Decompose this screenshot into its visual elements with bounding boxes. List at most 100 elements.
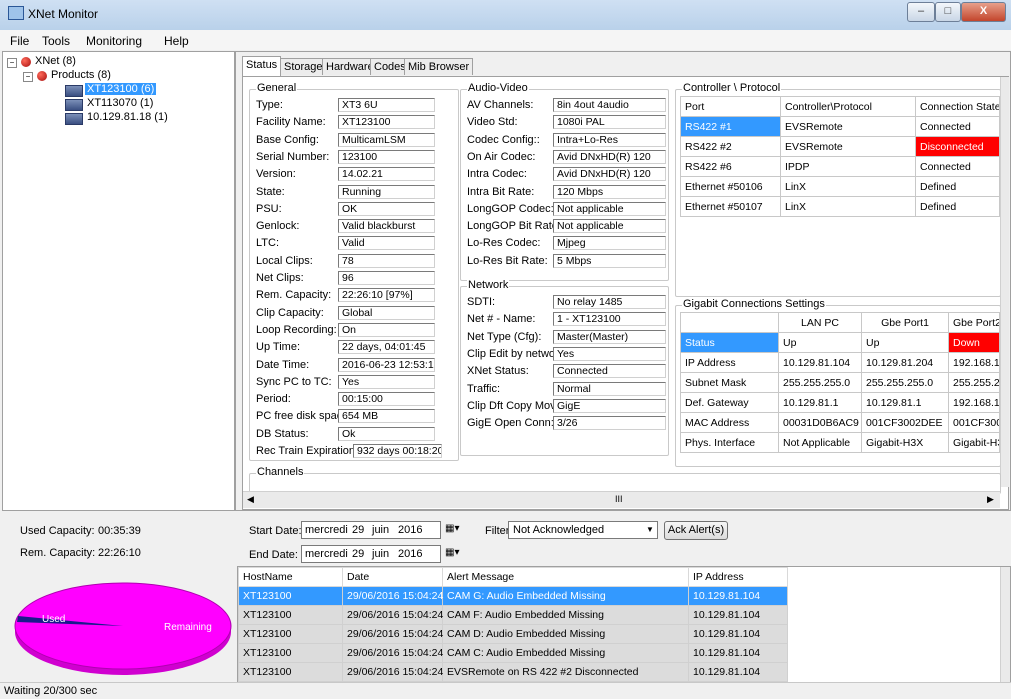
alerts-table: HostName Date Alert Message IP Address X… [238,567,788,682]
protocol-cell: EVSRemote [780,136,916,157]
alert-date-cell: 29/06/2016 15:04:24 [342,662,443,682]
alert-row[interactable]: XT123100 29/06/2016 15:04:24 CAM G: Audio … [238,586,788,606]
network-title: Network [467,279,510,291]
pie-used-label: Used [42,614,65,625]
scroll-right-icon[interactable]: ▶ [987,494,994,505]
minimize-button[interactable]: – [907,2,935,22]
col-alert-message[interactable]: Alert Message [442,567,689,587]
network-field-label: Traffic: [467,382,501,395]
gigabit-row[interactable]: IP Address 10.129.81.104 10.129.81.204 192.… [680,352,1000,373]
calendar-icon[interactable]: ▦▾ [445,523,459,534]
col-ip-address[interactable]: IP Address [688,567,788,587]
controller-row[interactable]: RS422 #6 IPDP Connected [680,156,1000,177]
start-date-picker[interactable]: mercredi 29 juin 2016 [301,521,441,539]
gigabit-cell: 10.129.81.1 [778,392,862,413]
av-field-value: Avid DNxHD(R) 120 [553,149,666,164]
tab-storage[interactable]: Storage [280,58,327,75]
general-field-label: Period: [256,393,291,406]
av-field-label: Intra Bit Rate: [467,185,535,198]
close-button[interactable]: X [961,2,1006,22]
col-gbe-port2[interactable]: Gbe Port2 [948,312,1000,333]
general-field-label: Date Time: [256,358,310,371]
gigabit-cell: 192.168.12 [948,392,1000,413]
alert-ip-cell: 10.129.81.104 [688,662,788,682]
vertical-scrollbar[interactable] [1000,77,1009,487]
gigabit-cell: Not Applicable [778,432,862,453]
gigabit-row[interactable]: Phys. Interface Not Applicable Gigabit-H3X… [680,432,1000,453]
col-blank [680,312,779,333]
gigabit-cell: 001CF3002DEE [861,412,949,433]
end-year: 2016 [398,548,423,560]
connection-state-cell: Disconnected [915,136,1000,157]
collapse-icon[interactable]: − [7,58,17,68]
gigabit-row[interactable]: Def. Gateway 10.129.81.1 10.129.81.1 192.16… [680,392,1000,413]
alert-host-cell: XT123100 [238,586,343,606]
network-field-label: Clip Dft Copy Move: [467,399,565,412]
alert-row[interactable]: XT123100 29/06/2016 15:04:24 CAM C: Audio … [238,643,788,663]
general-field-value: Ok [338,426,435,441]
general-field-value: 123100 [338,149,435,164]
product-tree[interactable]: − XNet (8) − Products (8) XT123100 (6) X… [2,51,235,511]
col-gbe-port1[interactable]: Gbe Port1 [861,312,949,333]
general-field-label: LTC: [256,237,280,250]
gigabit-row-label: Subnet Mask [680,372,779,393]
menu-help[interactable]: Help [164,34,189,48]
chevron-down-icon[interactable]: ▼ [646,522,654,538]
gigabit-cell: Up [778,332,862,353]
menu-tools[interactable]: Tools [42,34,70,48]
col-connection-state[interactable]: Connection State [915,96,1000,117]
network-field-value: Master(Master) [553,329,666,344]
menu-monitoring[interactable]: Monitoring [86,34,142,48]
col-hostname[interactable]: HostName [238,567,343,587]
alerts-vertical-scrollbar[interactable] [1000,567,1010,683]
capacity-pie-chart: Used Remaining [14,582,232,675]
general-field-value: 932 days 00:18:20 [353,444,442,458]
av-field-label: LongGOP Bit Rate: [467,220,561,233]
collapse-icon[interactable]: − [23,72,33,82]
av-field-value: Mjpeg [553,236,666,251]
menu-file[interactable]: File [10,34,29,48]
alert-row[interactable]: XT123100 29/06/2016 15:04:24 EVSRemote on … [238,662,788,682]
network-field-label: XNet Status: [467,365,529,378]
gigabit-row[interactable]: Subnet Mask 255.255.255.0 255.255.255.0 255… [680,372,1000,393]
av-field-value: 5 Mbps [553,253,666,268]
general-field-value: 14.02.21 [338,167,435,182]
filter-select[interactable]: Not Acknowledged ▼ [508,521,658,539]
controller-row[interactable]: RS422 #1 EVSRemote Connected [680,116,1000,137]
general-field-label: Local Clips: [256,254,313,267]
general-field-label: Version: [256,168,296,181]
col-port[interactable]: Port [680,96,781,117]
calendar-icon[interactable]: ▦▾ [445,547,459,558]
general-field-label: Rec Train Expiration: [256,445,359,457]
pie-remaining-label: Remaining [164,622,212,633]
gigabit-row[interactable]: Status Up Up Down [680,332,1000,353]
gigabit-cell: Up [861,332,949,353]
general-field-value: Running [338,184,435,199]
controller-row[interactable]: Ethernet #50106 LinX Defined [680,176,1000,197]
ack-alerts-button[interactable]: Ack Alert(s) [664,521,728,540]
network-field-value: 3/26 [553,416,666,431]
network-field-value: GigE [553,398,666,413]
network-field-value: No relay 1485 [553,295,666,309]
tab-mib-browser[interactable]: Mib Browser [404,58,474,75]
av-field-value: 1080i PAL [553,115,666,130]
port-cell: Ethernet #50106 [680,176,781,197]
col-lan-pc[interactable]: LAN PC [778,312,862,333]
av-field-value: 120 Mbps [553,184,666,199]
general-field-value: 22:26:10 [97%] [338,288,435,303]
maximize-button[interactable]: □ [935,2,961,22]
horizontal-scrollbar[interactable]: ◀ III ▶ [243,491,1000,508]
tab-status[interactable]: Status [242,56,282,76]
controller-row[interactable]: Ethernet #50107 LinX Defined [680,196,1000,217]
alert-row[interactable]: XT123100 29/06/2016 15:04:24 CAM F: Audio … [238,605,788,625]
gigabit-row[interactable]: MAC Address 00031D0B6AC9 001CF3002DEE 001CF… [680,412,1000,433]
col-controller-protocol[interactable]: Controller\Protocol [780,96,916,117]
end-day: mercredi [305,548,348,560]
scroll-left-icon[interactable]: ◀ [247,494,254,505]
alert-row[interactable]: XT123100 29/06/2016 15:04:24 CAM D: Audio … [238,624,788,644]
col-date[interactable]: Date [342,567,443,587]
end-date-picker[interactable]: mercredi 29 juin 2016 [301,545,441,563]
general-field-value: 2016-06-23 12:53:16 [338,357,435,372]
controller-row[interactable]: RS422 #2 EVSRemote Disconnected [680,136,1000,157]
scroll-thumb-grip[interactable]: III [615,494,623,504]
